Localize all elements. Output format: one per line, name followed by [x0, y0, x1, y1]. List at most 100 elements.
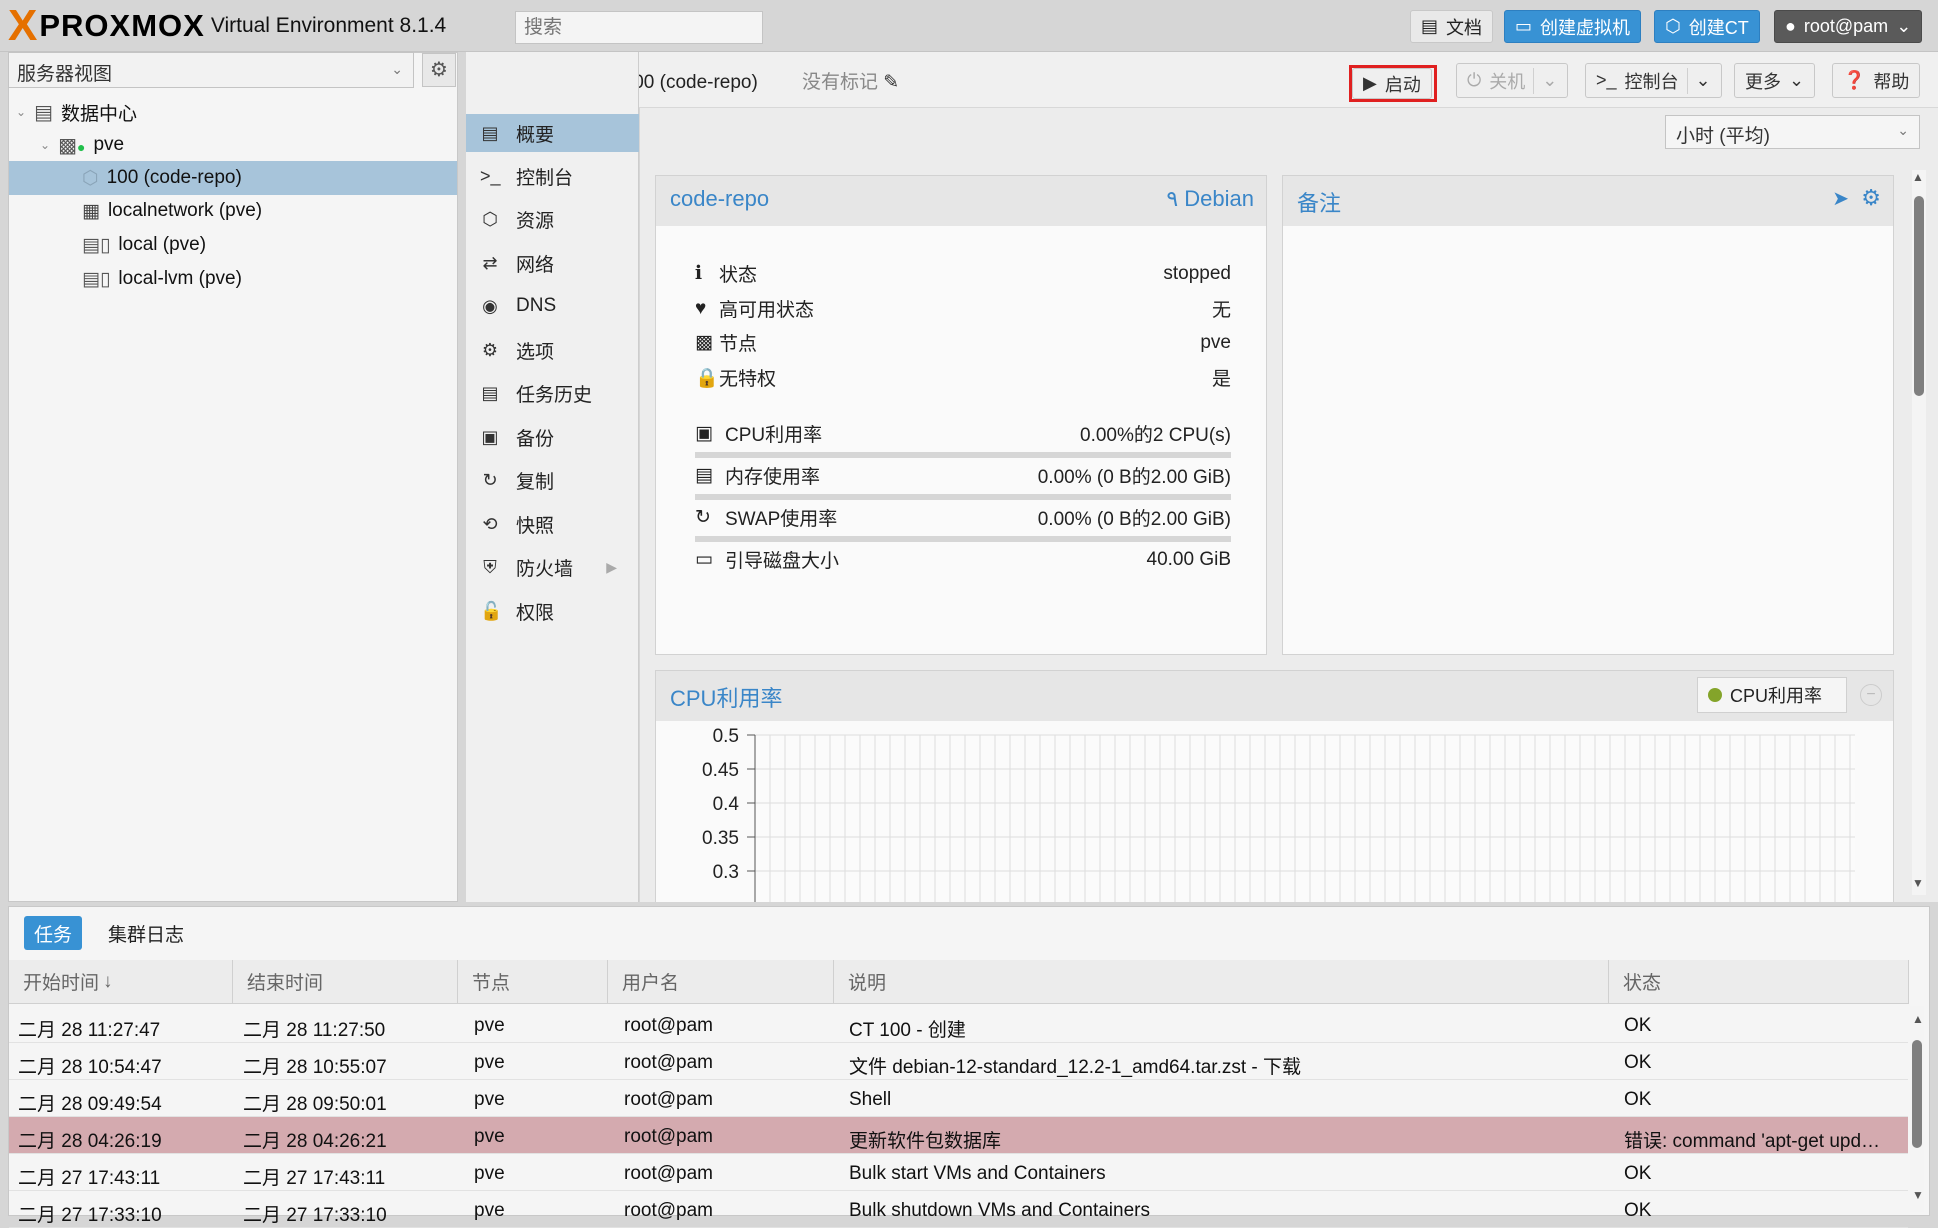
- tab-cluster-log[interactable]: 集群日志: [98, 916, 194, 950]
- globe-icon: ◉: [482, 295, 498, 316]
- column-start-time[interactable]: 开始时间 ↓: [9, 960, 233, 1004]
- gear-icon: ⚙: [481, 339, 499, 360]
- user-icon: ●: [1785, 16, 1796, 36]
- create-vm-button[interactable]: ▭ 创建虚拟机: [1504, 10, 1642, 43]
- tree-settings-button[interactable]: ⚙: [422, 53, 456, 87]
- expand-icon[interactable]: ➤: [1832, 186, 1849, 211]
- help-button[interactable]: ❓ 帮助: [1832, 63, 1921, 98]
- content-scroll-thumb[interactable]: [1914, 196, 1924, 396]
- table-cell: root@pam: [624, 1200, 713, 1221]
- column-status[interactable]: 状态: [1609, 960, 1909, 1004]
- create-ct-button[interactable]: ⬡ 创建CT: [1654, 10, 1760, 43]
- nav-resources[interactable]: ⬡ 资源: [466, 200, 639, 238]
- exchange-icon: ⇄: [482, 252, 498, 273]
- table-cell: root@pam: [624, 1015, 713, 1036]
- nav-replication[interactable]: ↻ 复制: [466, 461, 639, 499]
- chart-legend[interactable]: CPU利用率: [1697, 677, 1847, 713]
- proxmox-logo: X PROXMOX Virtual Environment 8.1.4: [8, 4, 446, 48]
- cpu-usage-bar: [695, 452, 1231, 458]
- shutdown-button[interactable]: ⏻ 关机 ⌄: [1456, 63, 1569, 98]
- nav-summary[interactable]: ▤ 概要: [466, 114, 639, 152]
- chevron-down-icon: ⌄: [1542, 70, 1558, 90]
- table-cell: pve: [474, 1052, 505, 1073]
- chevron-down-icon: ⌄: [1897, 122, 1909, 138]
- collapse-icon: ⌄: [16, 105, 27, 119]
- table-cell: root@pam: [624, 1089, 713, 1110]
- table-cell: OK: [1624, 1015, 1652, 1036]
- nav-options[interactable]: ⚙ 选项: [466, 331, 639, 369]
- nav-console[interactable]: >_ 控制台: [466, 157, 639, 195]
- table-row[interactable]: 二月 27 17:33:10 二月 27 17:33:10 pve root@pam B…: [9, 1191, 1908, 1228]
- grid-icon: ▦: [82, 200, 100, 222]
- notes-panel-header: 备注 ➤ ⚙: [1283, 176, 1893, 226]
- nav-network[interactable]: ⇄ 网络: [466, 244, 639, 282]
- nav-snapshots[interactable]: ⟲ 快照: [466, 505, 639, 543]
- scroll-up-icon[interactable]: ▲: [1912, 170, 1924, 184]
- nav-permissions[interactable]: 🔓 权限: [466, 592, 639, 630]
- book-icon: ▤: [1421, 16, 1439, 36]
- pencil-icon: ✎: [878, 72, 900, 93]
- table-cell: 二月 28 10:55:07: [243, 1057, 387, 1078]
- container-name: code-repo: [670, 186, 770, 211]
- gear-icon[interactable]: ⚙: [1861, 185, 1881, 211]
- tags-field[interactable]: 没有标记 ✎: [802, 67, 899, 94]
- table-cell: 二月 28 09:50:01: [243, 1094, 387, 1115]
- table-cell: 更新软件包数据库: [849, 1131, 1002, 1152]
- table-cell: OK: [1624, 1200, 1652, 1221]
- nav-firewall[interactable]: ⛨ 防火墙 ▶: [466, 548, 639, 586]
- swap-usage-bar: [695, 536, 1231, 542]
- table-row[interactable]: 二月 28 09:49:54 二月 28 09:50:01 pve root@pam S…: [9, 1080, 1908, 1117]
- unlock-icon: 🔓: [480, 600, 503, 621]
- y-tick-label: 0.4: [713, 794, 740, 815]
- help-icon: ❓: [1843, 70, 1866, 90]
- table-cell: 二月 28 09:49:54: [18, 1094, 162, 1115]
- storage-icon: ▤▯: [82, 268, 111, 290]
- tab-tasks[interactable]: 任务: [24, 916, 83, 950]
- table-row[interactable]: 二月 27 17:43:11 二月 27 17:43:11 pve root@pam B…: [9, 1154, 1908, 1191]
- nav-backup[interactable]: ▣ 备份: [466, 418, 639, 456]
- floppy-icon: ▣: [481, 426, 499, 447]
- column-node[interactable]: 节点: [458, 960, 608, 1004]
- tree-item-datacenter[interactable]: ⌄ ▤ 数据中心: [16, 96, 137, 128]
- heartbeat-icon: ♥: [695, 297, 707, 319]
- tree-item-node[interactable]: ⌄ ▩● pve: [40, 129, 124, 161]
- docs-button[interactable]: ▤ 文档: [1410, 10, 1494, 43]
- cube-icon: ⬡: [482, 208, 498, 229]
- node-online-icon: ▩●: [58, 134, 86, 157]
- table-row[interactable]: 二月 28 11:27:47 二月 28 11:27:50 pve root@pam C…: [9, 1006, 1908, 1043]
- table-cell: 错误: command 'apt-get upd…: [1624, 1131, 1881, 1152]
- chip-icon: ▣: [695, 423, 713, 444]
- console-button[interactable]: >_ 控制台 ⌄: [1585, 63, 1722, 98]
- scroll-up-icon[interactable]: ▲: [1912, 1012, 1924, 1026]
- table-cell: Bulk shutdown VMs and Containers: [849, 1200, 1150, 1221]
- table-row[interactable]: 二月 28 04:26:19 二月 28 04:26:21 pve root@pam 更…: [9, 1117, 1908, 1154]
- tree-item-storage-local[interactable]: ▤▯ local (pve): [82, 229, 206, 261]
- more-button[interactable]: 更多 ⌄: [1734, 63, 1816, 98]
- gear-icon: ⚙: [430, 59, 448, 81]
- table-cell: Bulk start VMs and Containers: [849, 1163, 1106, 1184]
- scroll-down-icon[interactable]: ▼: [1912, 1188, 1924, 1202]
- column-user[interactable]: 用户名: [608, 960, 834, 1004]
- column-description[interactable]: 说明: [834, 960, 1609, 1004]
- tree-item-network[interactable]: ▦ localnetwork (pve): [82, 195, 262, 227]
- view-selector[interactable]: 服务器视图 ⌄: [8, 52, 414, 88]
- tree-item-container[interactable]: ⬡ 100 (code-repo): [82, 162, 242, 194]
- search-input[interactable]: [515, 11, 763, 44]
- task-scroll-thumb[interactable]: [1912, 1040, 1922, 1148]
- timeframe-selector[interactable]: 小时 (平均) ⌄: [1665, 115, 1920, 149]
- nav-dns[interactable]: ◉ DNS: [466, 287, 639, 325]
- chart-collapse-icon[interactable]: −: [1860, 684, 1882, 706]
- column-end-time[interactable]: 结束时间: [233, 960, 458, 1004]
- tree-item-storage-lvm[interactable]: ▤▯ local-lvm (pve): [82, 263, 242, 295]
- table-cell: OK: [1624, 1052, 1652, 1073]
- table-cell: 二月 28 04:26:21: [243, 1131, 387, 1152]
- table-cell: pve: [474, 1015, 505, 1036]
- table-row[interactable]: 二月 28 10:54:47 二月 28 10:55:07 pve root@pam 文…: [9, 1043, 1908, 1080]
- nav-task-history[interactable]: ▤ 任务历史: [466, 374, 639, 412]
- memory-usage-row: ▤ 内存使用率 0.00% (0 B的2.00 GiB): [695, 465, 1231, 488]
- table-cell: 二月 28 11:27:47: [18, 1020, 161, 1041]
- scroll-down-icon[interactable]: ▼: [1912, 876, 1924, 890]
- table-cell: OK: [1624, 1089, 1652, 1110]
- user-menu[interactable]: ● root@pam ⌄: [1774, 10, 1923, 43]
- memory-icon: ▤: [695, 465, 713, 486]
